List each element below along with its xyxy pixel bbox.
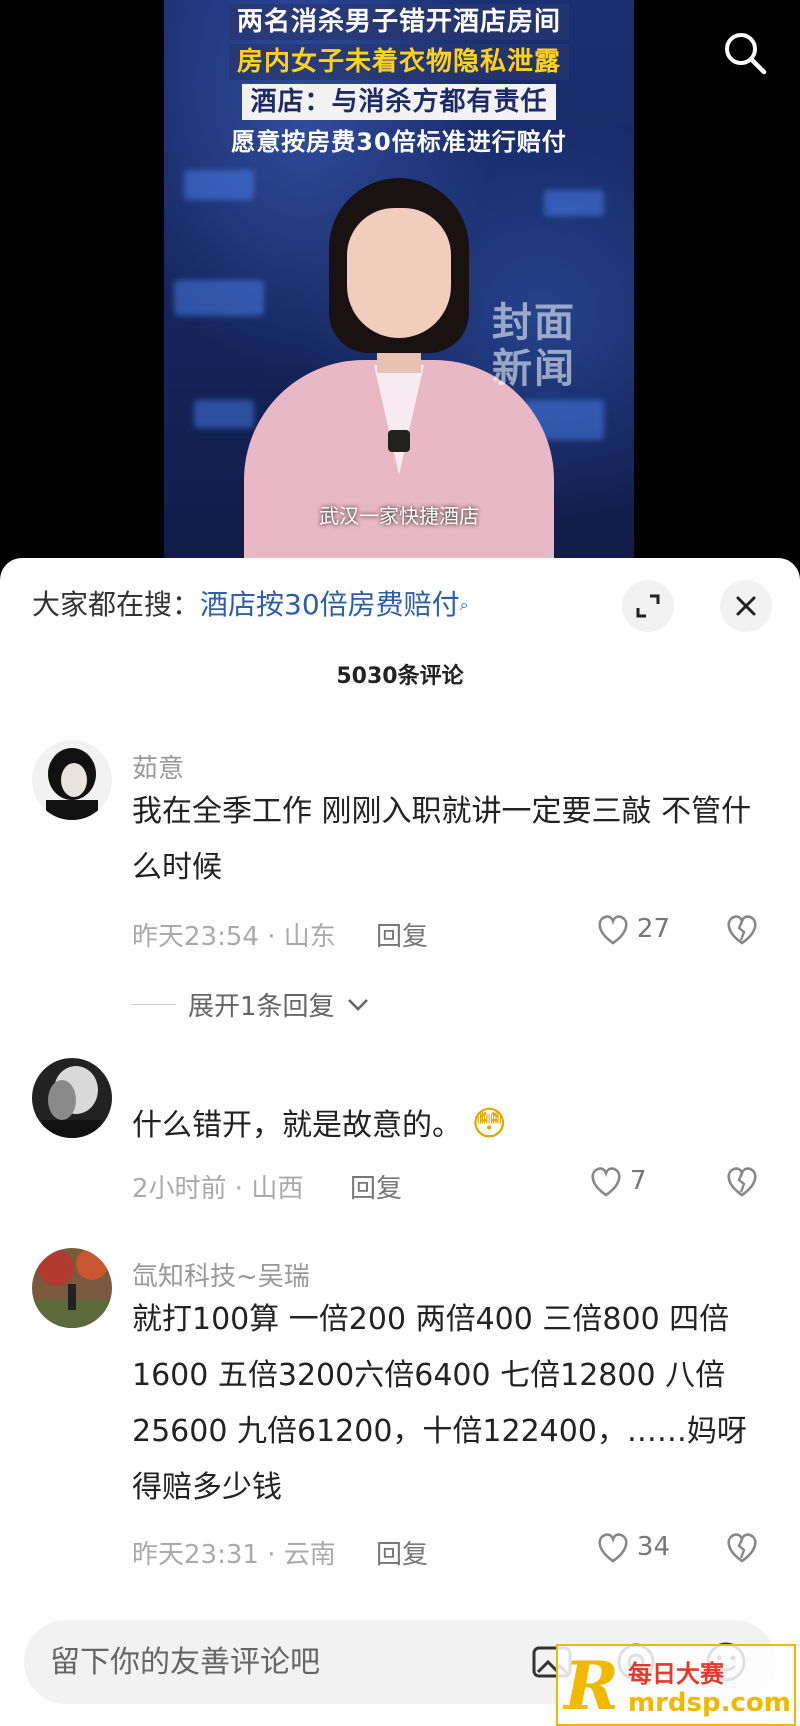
chevron-down-icon [347,998,368,1011]
comment-item: 什么错开，就是故意的。 😳 2小时前 · 山西 回复 7 [0,1058,800,1208]
heart-icon [591,1167,621,1197]
like-count: 7 [630,1166,647,1196]
avatar[interactable] [32,1058,112,1138]
comment-input[interactable] [50,1636,470,1688]
reply-button[interactable]: 回复 [376,1534,428,1571]
comment-count: 5030条评论 [336,664,464,689]
logo-text-line1: 每日大赛 [628,1660,724,1688]
comment-text: 什么错开，就是故意的。 😳 [132,1096,762,1154]
comment-item: 茹意 我在全季工作 刚刚入职就讲一定要三敲 不管什么时候 昨天23:54 · 山… [0,740,800,960]
video-player[interactable]: 封面 新闻 两名消杀男子错开酒店房间 房内女子未着衣物隐私泄露 酒店：与消杀方都… [0,0,800,580]
reply-button[interactable]: 回复 [376,916,428,953]
video-frame[interactable]: 封面 新闻 两名消杀男子错开酒店房间 房内女子未着衣物隐私泄露 酒店：与消杀方都… [164,0,634,580]
headline-4: 愿意按房费30倍标准进行赔付 [231,128,567,156]
expand-button[interactable] [622,580,674,632]
like-button[interactable]: 7 [588,1164,670,1198]
trending-query-link[interactable]: 酒店按30倍房费赔付 [200,588,460,621]
comment-item: 氙知科技~吴瑞 就打100算 一倍200 两倍400 三倍800 四倍1600 … [0,1248,800,1571]
dislike-button[interactable] [724,912,760,950]
expand-replies-button[interactable]: 展开1条回复 [132,986,369,1023]
username[interactable]: 氙知科技~吴瑞 [132,1256,310,1293]
headline-2: 房内女子未着衣物隐私泄露 [228,44,569,80]
comment-time-location: 昨天23:54 · 山东 [132,922,336,952]
comment-text: 就打100算 一倍200 两倍400 三倍800 四倍1600 五倍3200六倍… [132,1302,747,1505]
logo-letter: R [564,1647,619,1725]
comment-time-location: 昨天23:31 · 云南 [132,1540,336,1570]
broken-heart-icon [727,1533,757,1563]
comment-text: 我在全季工作 刚刚入职就讲一定要三敲 不管什么时候 [132,794,752,885]
comments-sheet: 大家都在搜：酒店按30倍房费赔付⌕ 5030条评论 茹意 我在全季工作 刚刚入职… [0,558,800,1726]
video-headlines: 两名消杀男子错开酒店房间 房内女子未着衣物隐私泄露 酒店：与消杀方都有责任 愿意… [164,0,634,160]
expand-icon [636,594,660,618]
comment-text-content: 什么错开，就是故意的。 [132,1108,462,1143]
news-watermark: 封面 新闻 [492,299,576,392]
like-count: 34 [636,1532,670,1562]
logo-text-line2: mrdsp.com [628,1688,791,1718]
broken-heart-icon [727,1167,757,1197]
headline-1: 两名消杀男子错开酒店房间 [228,4,569,40]
username[interactable]: 茹意 [132,748,184,785]
expand-replies-label: 展开1条回复 [188,992,335,1022]
video-caption: 武汉一家快捷酒店 [319,504,479,528]
heart-icon [598,1533,628,1563]
search-button[interactable] [720,28,770,78]
site-watermark-logo: R 每日大赛 mrdsp.com [556,1644,796,1726]
avatar[interactable] [32,740,112,820]
dislike-button[interactable] [724,1530,760,1568]
broken-heart-icon [727,915,757,945]
headline-3: 酒店：与消杀方都有责任 [242,84,556,120]
reply-button[interactable]: 回复 [350,1168,402,1205]
flushed-emoji-icon: 😳 [471,1104,507,1144]
trending-prefix: 大家都在搜： [32,588,201,621]
comment-time-location: 2小时前 · 山西 [132,1174,304,1204]
avatar[interactable] [32,1248,112,1328]
heart-icon [598,915,628,945]
close-icon [736,596,756,616]
like-button[interactable]: 27 [595,912,670,946]
close-button[interactable] [720,580,772,632]
small-search-icon: ⌕ [459,595,469,614]
like-button[interactable]: 34 [595,1530,670,1564]
like-count: 27 [636,914,670,944]
dislike-button[interactable] [724,1164,760,1202]
trending-search[interactable]: 大家都在搜：酒店按30倍房费赔付⌕ [32,588,469,622]
search-icon[interactable] [720,28,770,78]
divider-line [132,1004,176,1005]
